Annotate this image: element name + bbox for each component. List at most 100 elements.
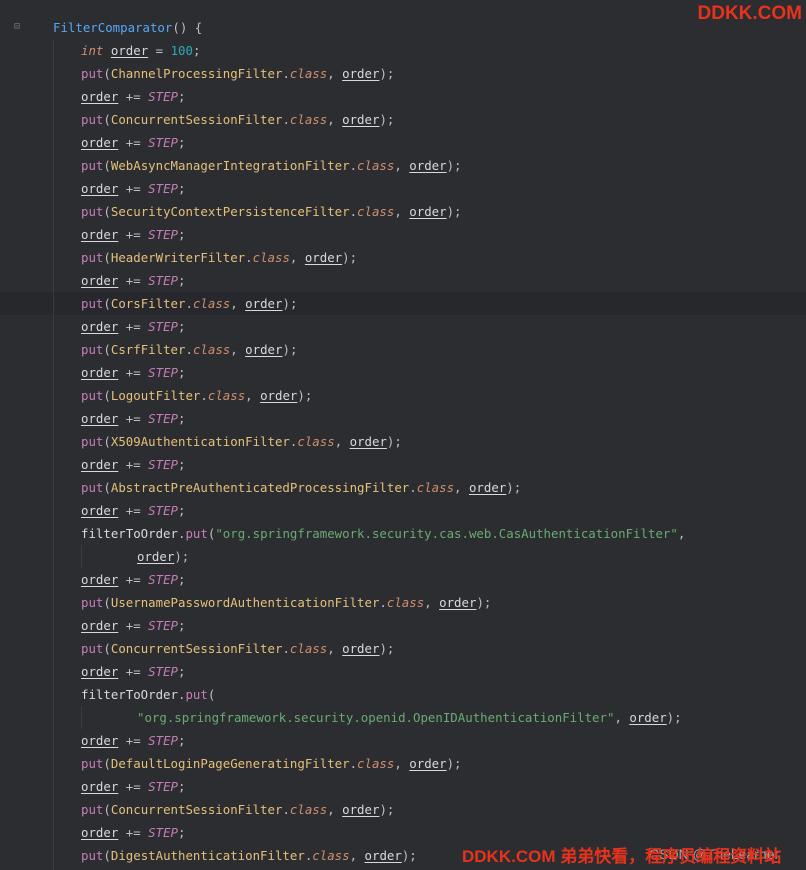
code-token: put: [81, 802, 104, 817]
code-token: ChannelProcessingFilter: [110, 66, 283, 81]
code-token: ConcurrentSessionFilter: [110, 802, 283, 817]
code-token: class: [357, 756, 395, 771]
code-token: ConcurrentSessionFilter: [110, 641, 283, 656]
code-line[interactable]: put(ConcurrentSessionFilter.class, order…: [81, 637, 394, 660]
code-token: UsernamePasswordAuthenticationFilter: [110, 595, 380, 610]
code-token: ,: [334, 434, 350, 449]
code-token: ;: [178, 572, 186, 587]
code-line[interactable]: order);: [137, 545, 189, 568]
code-token: +=: [118, 181, 149, 196]
code-line[interactable]: put(UsernamePasswordAuthenticationFilter…: [81, 591, 491, 614]
code-line[interactable]: put(ConcurrentSessionFilter.class, order…: [81, 798, 394, 821]
code-token: .: [282, 112, 290, 127]
code-token: class: [416, 480, 455, 495]
code-line[interactable]: put(DefaultLoginPageGeneratingFilter.cla…: [81, 752, 462, 775]
code-token: order: [81, 618, 119, 633]
code-token: class: [357, 158, 395, 173]
code-token: +=: [118, 457, 149, 472]
code-token: put: [81, 250, 104, 265]
code-line[interactable]: filterToOrder.put("org.springframework.s…: [81, 522, 685, 545]
code-token: order: [409, 158, 447, 173]
code-token: ;: [178, 825, 186, 840]
code-line[interactable]: filterToOrder.put(: [81, 683, 215, 706]
code-token: (: [103, 388, 111, 403]
code-token: .: [379, 595, 387, 610]
code-token: WebAsyncManagerIntegrationFilter: [110, 158, 350, 173]
code-line[interactable]: put(LogoutFilter.class, order);: [81, 384, 312, 407]
code-line[interactable]: order += STEP;: [81, 821, 185, 844]
code-token: );: [506, 480, 522, 495]
code-line[interactable]: put(HeaderWriterFilter.class, order);: [81, 246, 357, 269]
code-line[interactable]: order += STEP;: [81, 85, 185, 108]
code-line[interactable]: order += STEP;: [81, 131, 185, 154]
code-line[interactable]: "org.springframework.security.openid.Ope…: [137, 706, 682, 729]
code-token: .: [349, 204, 358, 219]
code-token: put: [81, 756, 104, 771]
code-token: CsrfFilter: [110, 342, 186, 357]
code-line[interactable]: order += STEP;: [81, 614, 185, 637]
code-line[interactable]: order += STEP;: [81, 660, 185, 683]
code-token: order: [81, 572, 119, 587]
code-token: STEP: [148, 664, 178, 679]
code-token: class: [289, 112, 328, 127]
code-line[interactable]: put(CsrfFilter.class, order);: [81, 338, 297, 361]
code-token: .: [200, 388, 208, 403]
code-line[interactable]: put(WebAsyncManagerIntegrationFilter.cla…: [81, 154, 462, 177]
code-token: order: [81, 457, 119, 472]
code-token: +=: [118, 89, 149, 104]
code-line[interactable]: order += STEP;: [81, 315, 185, 338]
code-token: STEP: [148, 411, 178, 426]
code-token: order: [245, 296, 283, 311]
code-line[interactable]: put(ConcurrentSessionFilter.class, order…: [81, 108, 394, 131]
code-token: DigestAuthenticationFilter: [110, 848, 305, 863]
code-token: ;: [192, 43, 201, 58]
code-token: put: [185, 526, 208, 541]
code-line[interactable]: FilterComparator() {: [53, 16, 202, 39]
code-token: );: [446, 204, 462, 219]
code-line[interactable]: order += STEP;: [81, 223, 185, 246]
fold-minus-icon[interactable]: ⊟: [14, 21, 23, 32]
code-token: STEP: [148, 825, 178, 840]
code-token: put: [81, 342, 104, 357]
code-token: filterToOrder: [81, 687, 178, 702]
code-token: class: [207, 388, 246, 403]
code-token: order: [81, 273, 119, 288]
code-line[interactable]: order += STEP;: [81, 269, 185, 292]
code-editor[interactable]: ⊟ FilterComparator() {int order = 100; pu…: [0, 0, 806, 870]
code-token: class: [357, 204, 395, 219]
code-line[interactable]: order += STEP;: [81, 177, 185, 200]
code-line[interactable]: put(CorsFilter.class, order);: [81, 292, 297, 315]
code-line[interactable]: put(SecurityContextPersistenceFilter.cla…: [81, 200, 462, 223]
code-line[interactable]: order += STEP;: [81, 453, 185, 476]
code-token: order: [81, 825, 119, 840]
code-line[interactable]: order += STEP;: [81, 775, 185, 798]
watermark-top: DDKK.COM: [697, 3, 803, 24]
code-line[interactable]: order += STEP;: [81, 568, 185, 591]
code-line[interactable]: order += STEP;: [81, 407, 185, 430]
code-line[interactable]: order += STEP;: [81, 499, 185, 522]
code-token: );: [401, 848, 417, 863]
code-line[interactable]: int order = 100;: [81, 39, 200, 62]
code-line[interactable]: order += STEP;: [81, 361, 185, 384]
code-line[interactable]: put(ChannelProcessingFilter.class, order…: [81, 62, 394, 85]
code-token: );: [476, 595, 492, 610]
code-line[interactable]: put(AbstractPreAuthenticatedProcessingFi…: [81, 476, 521, 499]
code-token: (: [103, 434, 111, 449]
code-token: +=: [118, 319, 149, 334]
code-token: STEP: [148, 618, 178, 633]
code-token: put: [81, 204, 104, 219]
code-token: .: [349, 158, 358, 173]
code-line[interactable]: order += STEP;: [81, 729, 185, 752]
code-token: +=: [118, 779, 149, 794]
code-token: ,: [394, 158, 410, 173]
code-token: );: [446, 158, 462, 173]
code-token: (: [103, 595, 111, 610]
code-token: .: [282, 66, 290, 81]
code-token: (: [103, 641, 111, 656]
code-token: ;: [178, 664, 186, 679]
code-token: FilterComparator: [53, 20, 173, 35]
code-line[interactable]: put(X509AuthenticationFilter.class, orde…: [81, 430, 402, 453]
code-token: order: [81, 181, 119, 196]
code-line[interactable]: put(DigestAuthenticationFilter.class, or…: [81, 844, 417, 867]
code-token: STEP: [148, 503, 178, 518]
